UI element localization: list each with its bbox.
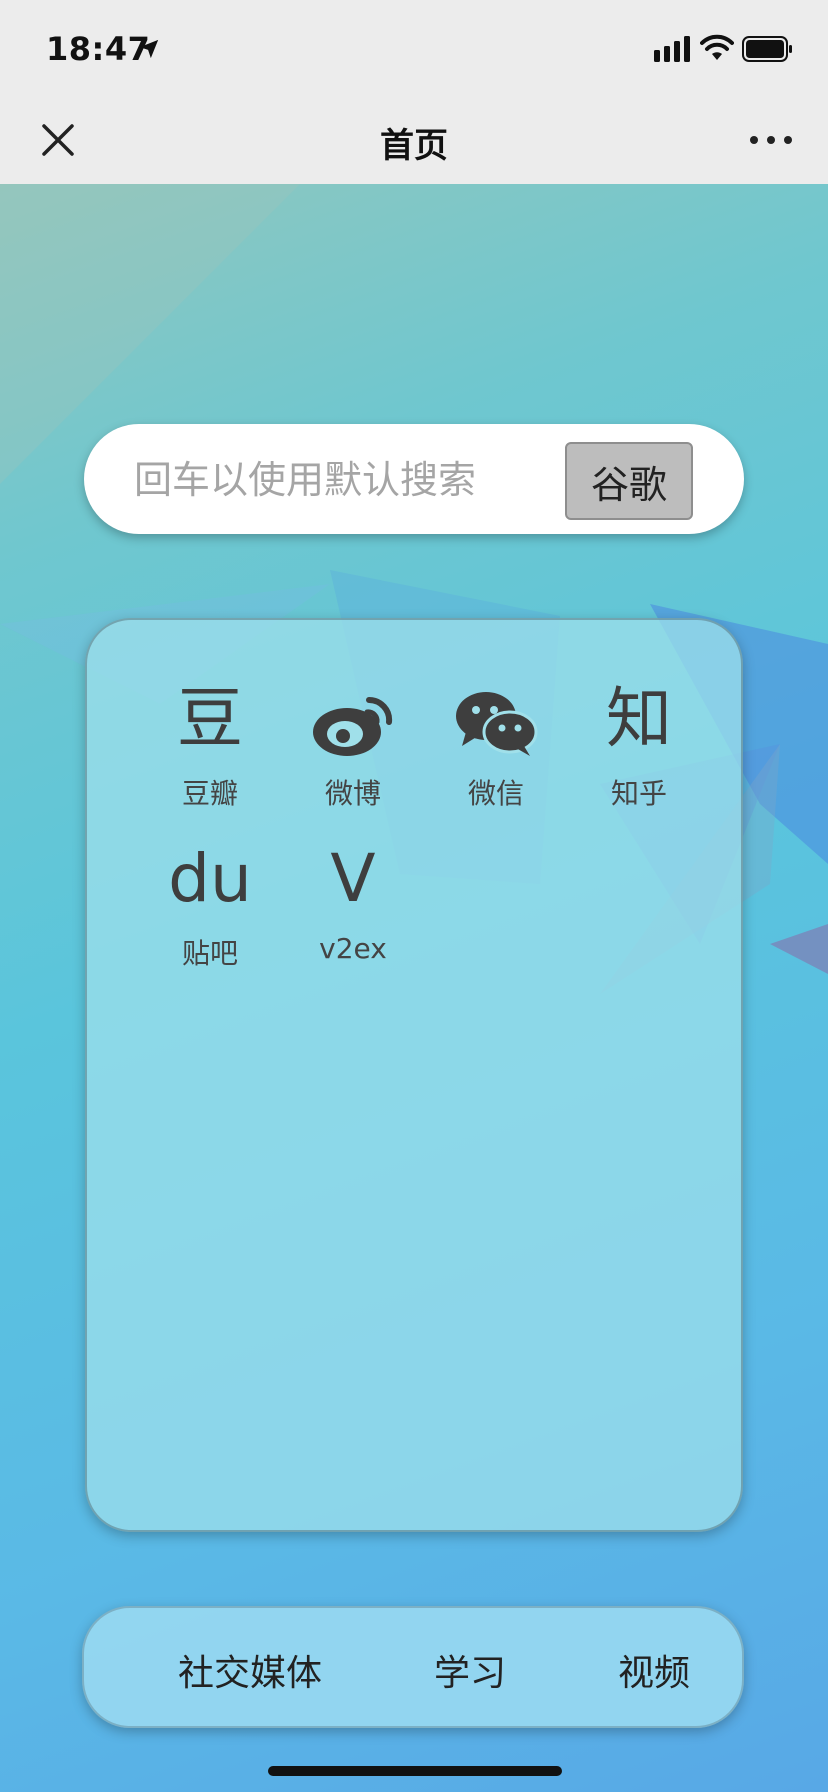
content-area: 谷歌 豆 豆瓣 微博	[0, 184, 828, 1792]
google-search-button[interactable]: 谷歌	[565, 442, 693, 520]
link-wechat[interactable]: 微信	[441, 676, 551, 812]
douban-icon: 豆	[177, 680, 243, 757]
tab-social-media[interactable]: 社交媒体	[178, 1644, 322, 1696]
search-bar: 谷歌	[84, 424, 744, 534]
link-label: 贴吧	[181, 937, 238, 970]
link-v2ex[interactable]: V v2ex	[298, 836, 408, 965]
zhihu-icon: 知	[606, 680, 672, 757]
search-input[interactable]	[132, 446, 536, 514]
location-arrow-icon	[139, 39, 159, 59]
tab-video[interactable]: 视频	[618, 1644, 690, 1696]
v2ex-icon: V	[330, 840, 376, 917]
wifi-icon	[700, 34, 734, 60]
status-time: 18:47	[46, 30, 151, 68]
home-indicator	[268, 1766, 562, 1776]
link-label: 知乎	[610, 777, 667, 810]
link-weibo[interactable]: 微博	[298, 676, 408, 812]
links-panel: 豆 豆瓣 微博 微信 知 知乎 du 贴吧 V v2ex	[85, 618, 743, 1532]
tab-study[interactable]: 学习	[434, 1644, 506, 1696]
weibo-icon	[298, 676, 408, 762]
category-tab-bar: 社交媒体 学习 视频	[82, 1606, 744, 1728]
tieba-icon: du	[168, 840, 252, 917]
more-icon[interactable]	[748, 124, 794, 156]
link-label: 豆瓣	[181, 777, 238, 810]
link-douban[interactable]: 豆 豆瓣	[155, 676, 265, 812]
link-label: 微博	[324, 777, 381, 810]
battery-icon	[742, 36, 792, 62]
signal-icon	[654, 36, 690, 62]
status-bar: 18:47	[0, 0, 828, 96]
link-label: 微信	[467, 777, 524, 810]
wechat-icon	[441, 676, 551, 762]
link-label: v2ex	[319, 932, 387, 965]
nav-bar: 首页	[0, 96, 828, 184]
link-tieba[interactable]: du 贴吧	[155, 836, 265, 972]
page-title: 首页	[380, 126, 448, 166]
link-zhihu[interactable]: 知 知乎	[584, 676, 694, 812]
